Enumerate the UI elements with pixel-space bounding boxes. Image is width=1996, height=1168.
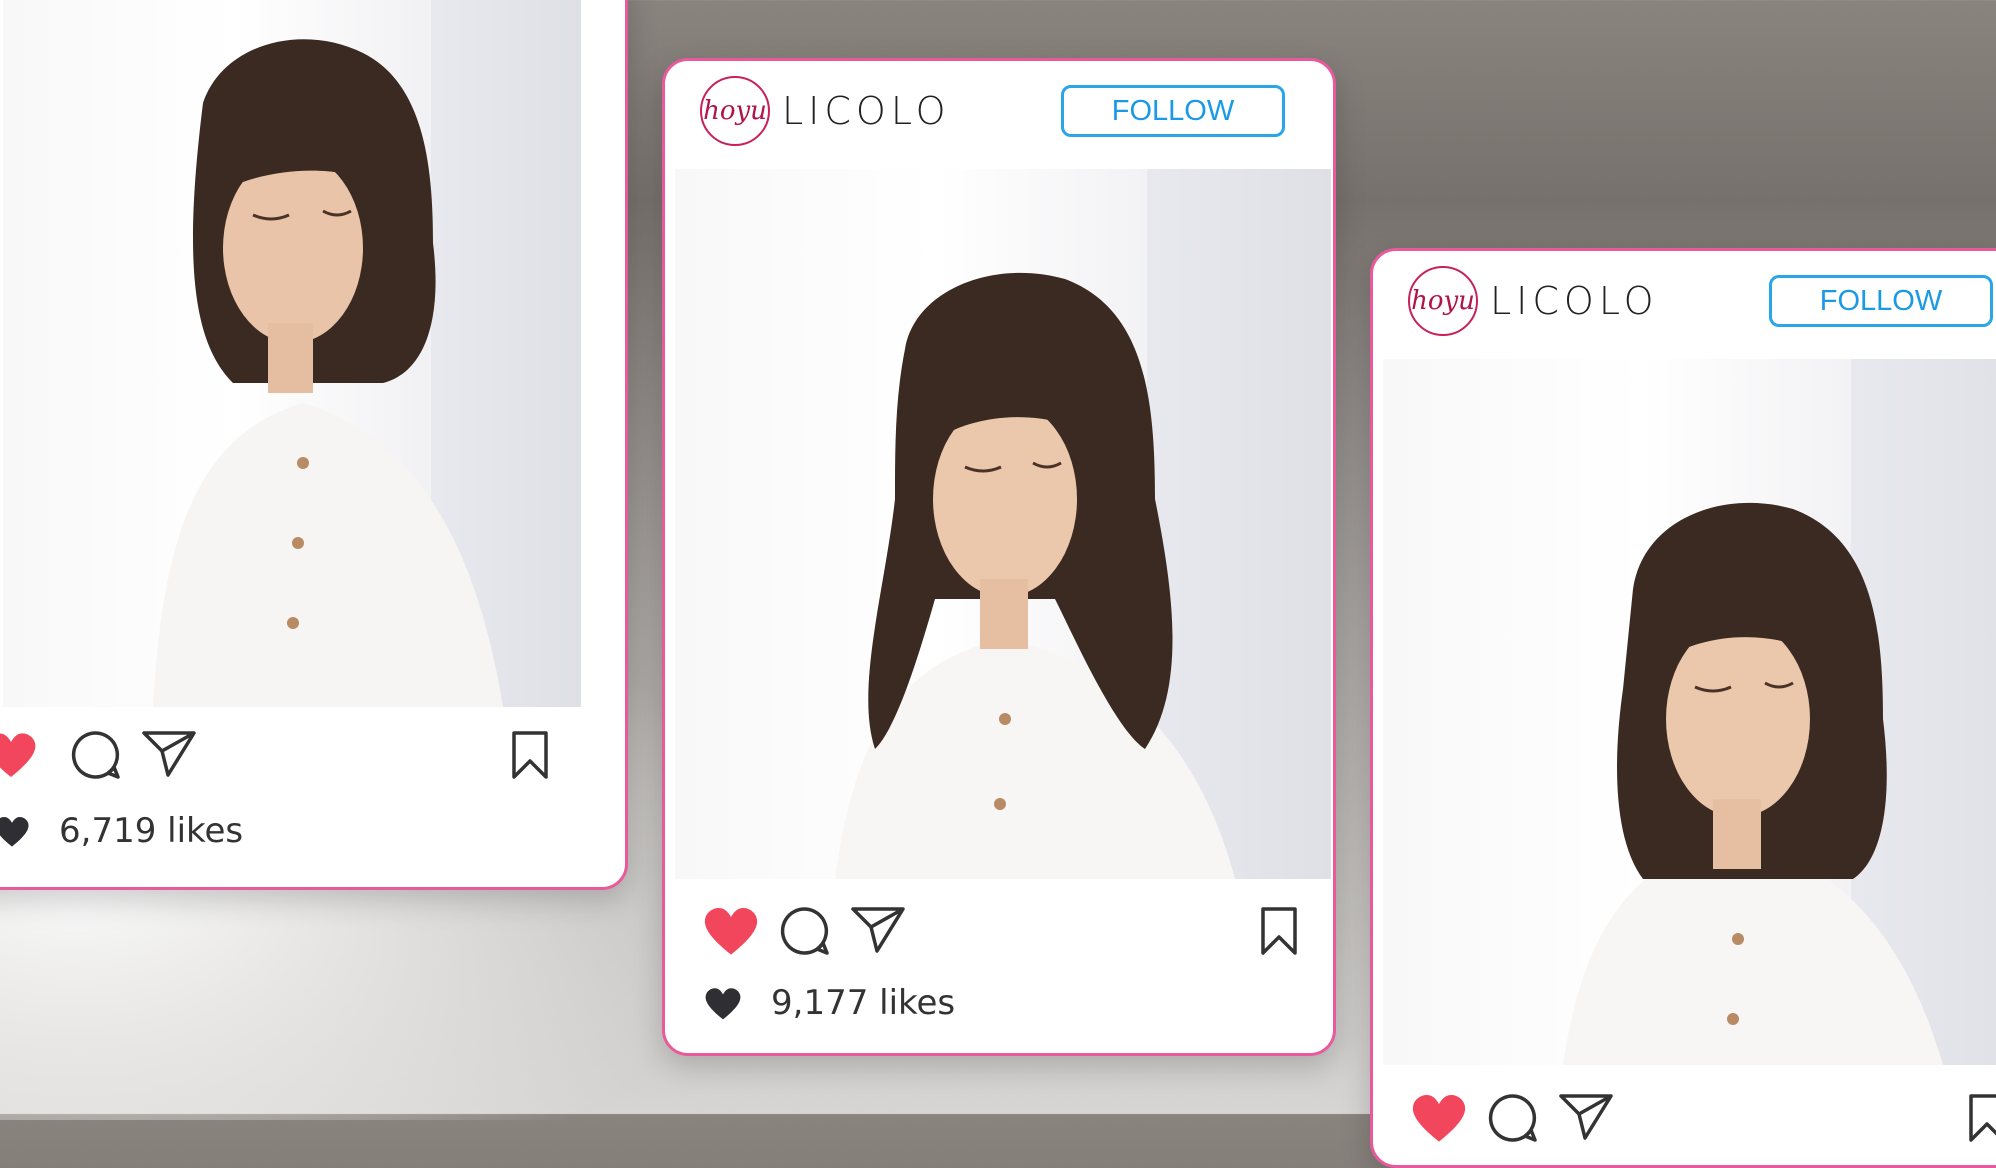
post-card-right: hoyu LICOLO FOLLOW <box>1370 248 1996 1168</box>
brand-name: LICOLO <box>1490 279 1659 323</box>
post-actions <box>1373 1086 1996 1156</box>
brand-logo[interactable]: hoyu LICOLO <box>1408 266 1659 336</box>
person-illustration <box>1563 502 1943 1065</box>
send-icon[interactable] <box>140 727 198 779</box>
post-header: hoyu LICOLO FOLLOW <box>665 61 1333 171</box>
hoyu-logo: hoyu <box>1408 266 1478 336</box>
heart-filled-icon[interactable] <box>1409 1090 1469 1144</box>
likes-row: 9,177 likes <box>703 983 955 1023</box>
brand-name: LICOLO <box>782 89 951 133</box>
hoyu-logo: hoyu <box>700 76 770 146</box>
heart-small-icon <box>0 817 29 847</box>
post-photo[interactable] <box>675 169 1331 879</box>
heart-filled-icon[interactable] <box>701 903 761 957</box>
person-illustration <box>835 272 1235 879</box>
post-card-center: hoyu LICOLO FOLLOW 9,177 likes <box>662 58 1336 1056</box>
heart-filled-icon[interactable] <box>0 729 39 779</box>
heart-small-icon <box>705 988 741 1020</box>
follow-button[interactable]: FOLLOW <box>1061 85 1285 137</box>
person-illustration <box>153 39 503 707</box>
comment-icon[interactable] <box>779 905 831 957</box>
post-photo[interactable] <box>3 0 581 707</box>
post-photo[interactable] <box>1383 359 1996 1065</box>
likes-row: 6,719 likes <box>0 811 243 851</box>
comment-icon[interactable] <box>70 729 122 781</box>
post-actions <box>665 899 1333 969</box>
post-actions <box>0 723 591 793</box>
follow-button[interactable]: FOLLOW <box>1769 275 1993 327</box>
post-card-left: 6,719 likes <box>0 0 628 890</box>
bookmark-icon[interactable] <box>510 729 550 781</box>
bookmark-icon[interactable] <box>1967 1092 1996 1144</box>
post-header: hoyu LICOLO FOLLOW <box>1373 251 1996 361</box>
likes-count: 6,719 likes <box>59 811 244 851</box>
send-icon[interactable] <box>849 903 907 955</box>
bookmark-icon[interactable] <box>1259 905 1299 957</box>
likes-count: 9,177 likes <box>771 983 956 1023</box>
comment-icon[interactable] <box>1487 1092 1539 1144</box>
send-icon[interactable] <box>1557 1090 1615 1142</box>
brand-logo[interactable]: hoyu LICOLO <box>700 76 951 146</box>
